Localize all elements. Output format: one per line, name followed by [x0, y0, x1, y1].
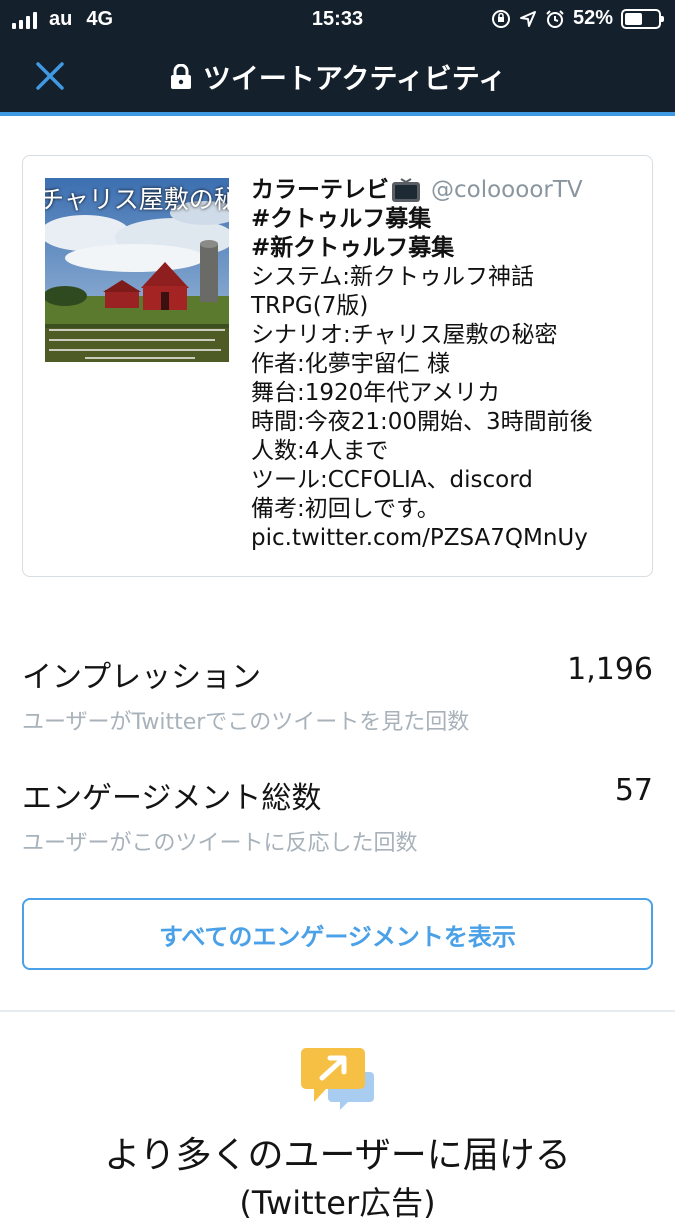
impressions-stat: インプレッション ユーザーがTwitterでこのツイートを見た回数 1,196 — [22, 652, 653, 736]
view-all-engagements-button[interactable]: すべてのエンゲージメントを表示 — [22, 898, 653, 970]
tweet-image[interactable]: チャリス屋敷の秘密 — [45, 178, 229, 362]
battery-icon — [621, 8, 664, 29]
tweet-line: 人数:4人まで — [251, 438, 389, 464]
impressions-value: 1,196 — [567, 652, 653, 687]
tweet-line: シナリオ:チャリス屋敷の秘密 — [251, 322, 558, 348]
tweet-handle[interactable]: @coloooorTV — [431, 176, 583, 205]
engagements-description: ユーザーがこのツイートに反応した回数 — [22, 831, 418, 856]
tweet-card[interactable]: チャリス屋敷の秘密 カラーテレビ @coloooorTV #クトゥルフ募集 #新… — [22, 155, 653, 577]
page-title: ツイートアクティビティ — [202, 62, 507, 95]
tweet-line: ツール:CCFOLIA、discord — [251, 467, 533, 493]
nav-bar: ツイートアクティビティ — [0, 38, 675, 112]
tweet-link[interactable]: pic.twitter.com/PZSA7QMnUy — [251, 524, 632, 553]
rotation-lock-icon — [491, 9, 510, 28]
battery-fill — [625, 12, 642, 25]
tv-icon — [392, 177, 420, 202]
hashtag-link[interactable]: #クトゥルフ募集 — [251, 205, 632, 234]
tweet-line: 時間:今夜21:00開始、3時間前後 — [251, 409, 593, 435]
tweet-image-caption: チャリス屋敷の秘密 — [45, 185, 229, 214]
engagements-label: エンゲージメント総数 — [22, 781, 322, 816]
tweet-line: 備考:初回しです。 — [251, 496, 440, 522]
promote-icon[interactable] — [300, 1046, 376, 1112]
nav-accent-line — [0, 112, 675, 116]
impressions-label: インプレッション — [22, 660, 262, 695]
tweet-author[interactable]: カラーテレビ — [251, 176, 389, 205]
tweet-line: 作者:化夢宇留仁 様 — [251, 351, 451, 377]
location-icon — [519, 10, 536, 27]
promo-title: より多くのユーザーに届ける — [104, 1135, 571, 1176]
tweet-line: 舞台:1920年代アメリカ — [251, 380, 501, 406]
impressions-description: ユーザーがTwitterでこのツイートを見た回数 — [22, 710, 470, 735]
engagements-value: 57 — [614, 773, 653, 808]
hashtag-link[interactable]: #新クトゥルフ募集 — [251, 234, 632, 263]
lock-icon — [170, 64, 191, 89]
engagements-stat: エンゲージメント総数 ユーザーがこのツイートに反応した回数 57 — [22, 773, 653, 857]
battery-percent: 52% — [572, 7, 613, 29]
alarm-icon — [546, 9, 564, 28]
tweet-line: システム:新クトゥルフ神話 — [251, 264, 535, 290]
section-divider — [0, 1010, 675, 1012]
tweet-line: TRPG(7版) — [251, 293, 369, 319]
tweet-body: カラーテレビ @coloooorTV #クトゥルフ募集 #新クトゥルフ募集 シス… — [251, 176, 632, 553]
promo-subtitle: (Twitter広告) — [239, 1184, 436, 1222]
status-bar: au 4G 15:33 52% — [0, 0, 675, 38]
